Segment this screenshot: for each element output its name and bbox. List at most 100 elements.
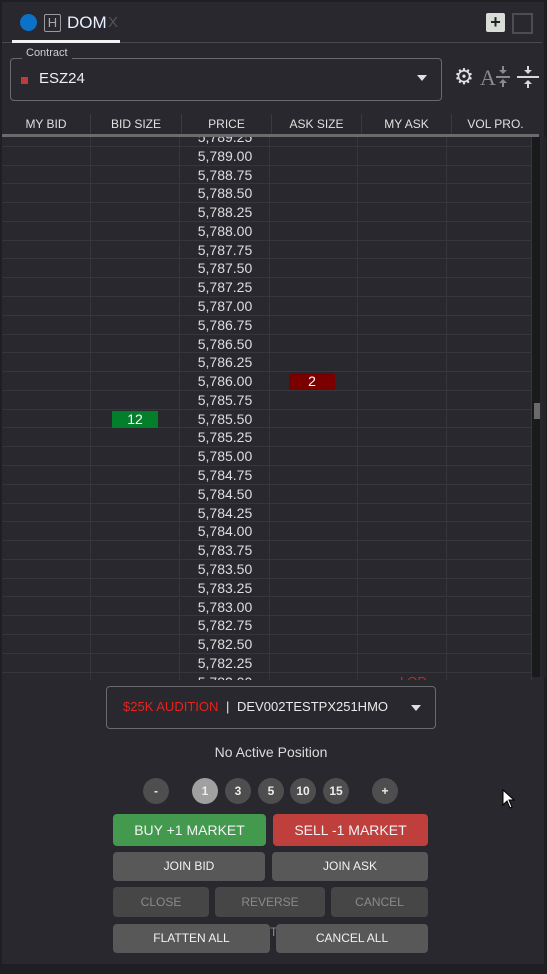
ladder-cell[interactable] [270,428,358,447]
column-header-my-ask[interactable]: MY ASK [362,114,452,134]
ladder-cell[interactable] [2,578,91,597]
ladder-row[interactable]: 5,783.75 [2,541,532,560]
quantity-option-1[interactable]: 1 [192,778,218,804]
join-ask-button[interactable]: JOIN ASK [272,852,428,881]
ladder-cell[interactable] [447,278,532,296]
ladder-cell[interactable] [91,221,180,240]
ladder-cell[interactable] [2,221,91,240]
ladder-cell[interactable] [270,334,358,353]
ladder-cell[interactable] [358,353,447,372]
ladder-cell[interactable] [358,559,447,578]
ladder-cell[interactable] [2,559,91,578]
ladder-cell[interactable] [2,390,91,409]
ladder-cell[interactable] [2,278,91,296]
ladder-row[interactable]: 5,787.50 [2,259,532,279]
column-header-vol-pro[interactable]: VOL PRO. [452,114,539,134]
column-header-my-bid[interactable]: MY BID [2,114,91,134]
ladder-cell[interactable] [2,315,91,334]
ladder-cell[interactable] [2,428,91,447]
ladder-cell[interactable] [91,334,180,353]
ladder-cell[interactable] [447,597,532,616]
ladder-cell[interactable] [447,334,532,353]
flatten-all-button[interactable]: FLATTEN ALL [113,924,270,953]
account-select[interactable]: $25K AUDITION | DEV002TESTPX251HMO [106,686,436,729]
ladder-cell[interactable] [270,578,358,597]
quantity-option-3[interactable]: 3 [225,778,251,804]
ladder-cell[interactable] [358,447,447,466]
ladder-cell[interactable] [447,240,532,259]
ladder-cell[interactable] [91,353,180,372]
font-size-icon[interactable]: A [480,64,512,90]
ladder-cell[interactable] [358,240,447,259]
ladder-row[interactable]: 5,785.00 [2,447,532,467]
ladder-cell[interactable] [447,428,532,447]
ladder-cell[interactable] [91,653,180,672]
sell-market-button[interactable]: SELL -1 MARKET [273,814,428,846]
ladder-cell[interactable] [91,635,180,653]
ladder-cell[interactable] [2,334,91,353]
ladder-cell[interactable] [270,353,358,372]
contract-select[interactable]: ESZ24 [10,58,442,101]
ladder-cell[interactable] [2,137,91,146]
ladder-cell[interactable] [91,315,180,334]
ladder-cell[interactable] [358,315,447,334]
ladder-cell[interactable] [447,221,532,240]
ladder-cell[interactable] [270,278,358,296]
ladder-cell[interactable] [91,541,180,559]
ladder-row[interactable]: 5,785.75 [2,390,532,410]
ladder-cell[interactable] [447,137,532,146]
ladder-row[interactable]: 5,784.75 [2,466,532,485]
ladder-row[interactable]: 5,783.50 [2,559,532,579]
ladder-cell[interactable] [91,240,180,259]
ladder-cell[interactable] [270,653,358,672]
tab-dom[interactable]: H DOM X [12,10,120,43]
ladder-cell[interactable] [447,146,532,165]
quantity-option-5[interactable]: 5 [258,778,284,804]
ladder-cell[interactable] [91,184,180,203]
ladder-cell[interactable] [358,334,447,353]
ladder-cell[interactable] [2,616,91,635]
ladder-cell[interactable] [447,672,532,680]
ladder-cell[interactable] [447,447,532,466]
ladder-cell[interactable] [358,146,447,165]
ladder-row[interactable]: 5,782.25 [2,653,532,673]
ladder-cell[interactable] [270,484,358,503]
ladder-cell[interactable] [270,522,358,541]
ladder-cell[interactable] [358,259,447,278]
column-header-ask-size[interactable]: ASK SIZE [272,114,362,134]
ladder-cell[interactable] [358,221,447,240]
add-tab-button[interactable]: + [486,13,505,32]
ladder-cell[interactable] [2,165,91,184]
ladder-row[interactable]: 5,788.75 [2,165,532,185]
ladder-row[interactable]: 5,784.25 [2,503,532,523]
ladder-row[interactable]: 5,785.25 [2,428,532,448]
ladder-cell[interactable] [447,541,532,559]
reverse-position-button[interactable]: REVERSE POSITION [215,887,325,939]
ladder-row[interactable]: 5,786.00 2 [2,372,532,391]
ladder-cell[interactable] [270,635,358,653]
ladder-cell[interactable] [358,503,447,522]
ask-size-cell[interactable]: 2 [289,373,335,391]
ladder-row[interactable]: 5,786.25 [2,353,532,373]
ladder-cell[interactable] [270,315,358,334]
quantity-option-15[interactable]: 15 [323,778,349,804]
ladder-cell[interactable] [91,390,180,409]
ladder-cell[interactable] [358,616,447,635]
ladder-cell[interactable] [2,653,91,672]
ladder-scrollbar[interactable] [532,137,540,677]
ladder-row[interactable]: 5,787.75 [2,240,532,260]
ladder-row[interactable]: 5,788.50 [2,184,532,204]
ladder-cell[interactable] [2,184,91,203]
ladder-cell[interactable] [447,259,532,278]
ladder-cell[interactable] [447,522,532,541]
ladder-cell[interactable] [270,616,358,635]
ladder-cell[interactable] [447,315,532,334]
ladder-cell[interactable] [358,297,447,315]
ladder-cell[interactable] [270,297,358,315]
ladder-row[interactable]: 5,782.00 LOD [2,672,532,680]
ladder-cell[interactable] [358,137,447,146]
ladder-row[interactable]: 5,787.25 [2,278,532,297]
ladder-cell[interactable] [358,203,447,221]
ladder-cell[interactable] [358,278,447,296]
ladder-cell[interactable] [91,616,180,635]
